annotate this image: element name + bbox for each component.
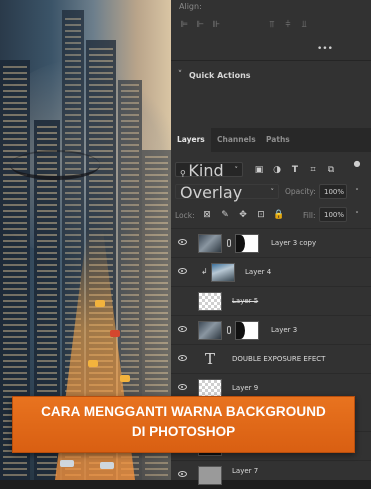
tab-paths[interactable]: Paths <box>266 128 290 152</box>
type-filter-icon[interactable]: T <box>289 164 301 176</box>
eye-icon[interactable] <box>178 239 187 245</box>
filter-kind-select[interactable]: ⚲ Kind ˅ <box>175 161 243 180</box>
more-options-icon[interactable]: ••• <box>317 44 333 54</box>
layer-name[interactable]: Layer 4 <box>245 258 271 287</box>
lock-artboard-icon[interactable]: ⊡ <box>255 209 267 221</box>
align-middle-icon[interactable]: ⫩ <box>283 20 293 30</box>
car <box>110 330 120 337</box>
align-bottom-icon[interactable]: ⫫ <box>299 20 309 30</box>
lock-transparent-icon[interactable]: ⊠ <box>201 209 213 221</box>
eye-icon[interactable] <box>178 355 187 361</box>
layer-thumbnail <box>198 234 222 253</box>
tab-channels[interactable]: Channels <box>217 128 256 152</box>
fill-input[interactable]: 100% <box>319 207 347 222</box>
car <box>88 360 98 367</box>
car <box>120 375 130 382</box>
eye-icon[interactable] <box>178 268 187 274</box>
align-right-icon[interactable]: ⊪ <box>211 20 221 30</box>
chevron-down-icon[interactable]: ˅ <box>175 70 185 80</box>
layer-row[interactable]: Layer 3 copy <box>171 228 371 257</box>
divider <box>171 60 371 61</box>
car <box>60 460 74 467</box>
layer-name[interactable]: Layer 5 <box>232 287 258 316</box>
banner-title-line1: CARA MENGGANTI WARNA BACKGROUND <box>41 404 326 419</box>
eye-overlay <box>10 150 100 180</box>
layer-mask-thumbnail[interactable] <box>235 234 259 253</box>
align-top-icon[interactable]: ⫪ <box>267 20 277 30</box>
layer-row[interactable]: Layer 3 <box>171 315 371 344</box>
title-banner: CARA MENGGANTI WARNA BACKGROUND DI PHOTO… <box>12 396 355 453</box>
layer-thumbnail <box>198 466 222 485</box>
opacity-label: Opacity: <box>285 187 316 196</box>
lock-label: Lock: <box>175 211 195 220</box>
blend-mode-select[interactable]: Overlay ˅ <box>175 183 279 202</box>
eye-icon[interactable] <box>178 326 187 332</box>
eye-icon[interactable] <box>178 384 187 390</box>
filter-toggle-icon[interactable]: ● <box>351 158 363 170</box>
link-icon[interactable] <box>227 326 231 334</box>
car <box>95 300 105 307</box>
blend-mode-value: Overlay <box>180 183 243 202</box>
chevron-down-icon: ˅ <box>270 188 275 196</box>
clipping-mask-icon: ↲ <box>201 267 208 276</box>
quick-actions-title[interactable]: Quick Actions <box>189 71 251 80</box>
layer-name[interactable]: DOUBLE EXPOSURE EFECT <box>232 345 325 374</box>
layer-row[interactable]: Layer 7 <box>171 460 371 489</box>
lock-image-icon[interactable]: ✎ <box>219 209 231 221</box>
car <box>100 462 114 469</box>
link-icon[interactable] <box>227 239 231 247</box>
layer-thumbnail <box>211 263 235 282</box>
panel-tabs: Layers Channels Paths <box>171 128 371 152</box>
banner-title-line2: DI PHOTOSHOP <box>131 424 236 439</box>
shape-filter-icon[interactable]: ⌗ <box>307 164 319 176</box>
layer-row[interactable]: T DOUBLE EXPOSURE EFECT <box>171 344 371 373</box>
image-filter-icon[interactable]: ▣ <box>253 164 265 176</box>
chevron-down-icon: ˅ <box>234 166 239 174</box>
lock-all-icon[interactable]: 🔒 <box>273 209 285 221</box>
layer-row[interactable]: Layer 5 <box>171 286 371 315</box>
layer-mask-thumbnail[interactable] <box>235 321 259 340</box>
layer-name[interactable]: Layer 3 <box>271 316 297 345</box>
align-center-icon[interactable]: ⊩ <box>195 20 205 30</box>
adjustment-filter-icon[interactable]: ◑ <box>271 164 283 176</box>
type-layer-icon: T <box>205 350 216 368</box>
tab-layers[interactable]: Layers <box>171 128 211 152</box>
chevron-down-icon[interactable]: ˅ <box>351 186 363 198</box>
align-title: Align: <box>179 2 202 11</box>
layer-name[interactable]: Layer 7 <box>232 457 258 486</box>
layer-thumbnail <box>198 292 222 311</box>
lock-position-icon[interactable]: ✥ <box>237 209 249 221</box>
layer-row[interactable]: ↲ Layer 4 <box>171 257 371 286</box>
filter-kind-label: Kind <box>188 161 224 180</box>
smart-object-filter-icon[interactable]: ⧉ <box>325 164 337 176</box>
layer-thumbnail <box>198 321 222 340</box>
opacity-input[interactable]: 100% <box>319 184 347 199</box>
chevron-down-icon[interactable]: ˅ <box>351 209 363 221</box>
fill-label: Fill: <box>303 211 316 220</box>
layer-name[interactable]: Layer 3 copy <box>271 229 316 258</box>
eye-icon[interactable] <box>178 471 187 477</box>
align-left-icon[interactable]: ⊫ <box>179 20 189 30</box>
